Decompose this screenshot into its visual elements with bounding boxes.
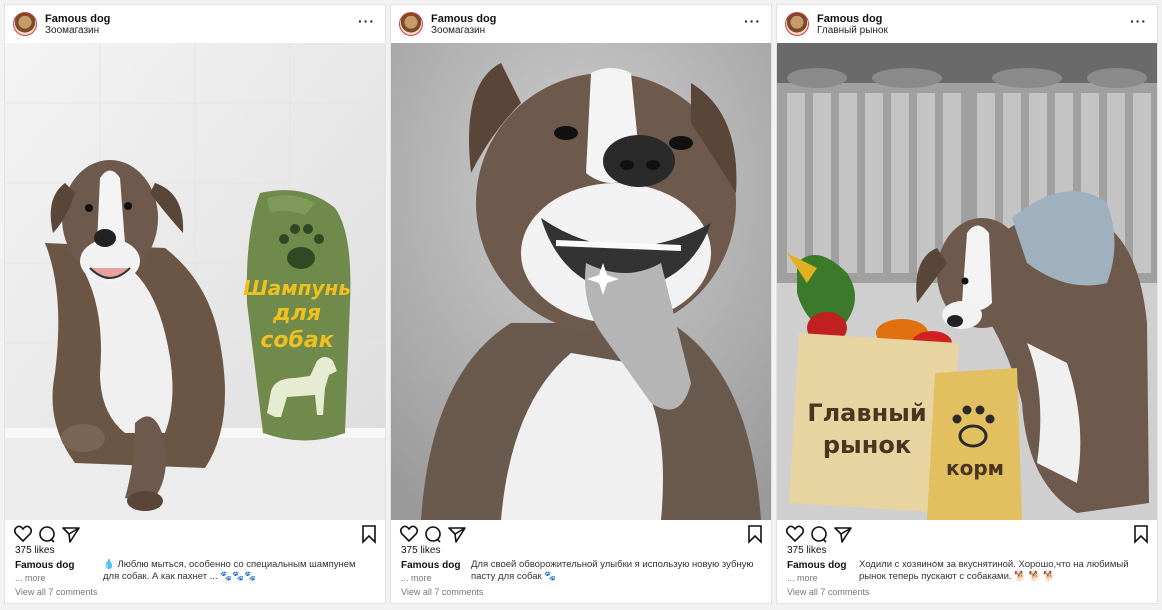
more-link[interactable]: ... more bbox=[401, 573, 432, 583]
action-bar bbox=[785, 524, 1151, 544]
paw-prints-icon: 🐾 bbox=[544, 571, 557, 582]
post-caption: Ходили с хозяином за вкуснятиной. Хорошо… bbox=[859, 559, 1149, 583]
dog-market-photo: Главный рынок корм bbox=[777, 43, 1157, 520]
share-icon[interactable] bbox=[833, 524, 853, 544]
bookmark-icon[interactable] bbox=[359, 524, 379, 544]
comment-icon[interactable] bbox=[423, 524, 443, 544]
more-options-icon[interactable]: ··· bbox=[358, 13, 375, 29]
view-comments-link[interactable]: View all 7 comments bbox=[15, 587, 97, 597]
bookmark-icon[interactable] bbox=[745, 524, 765, 544]
likes-count[interactable]: 375 likes bbox=[787, 545, 826, 556]
view-comments-link[interactable]: View all 7 comments bbox=[401, 587, 483, 597]
shampoo-label-line2: для bbox=[272, 301, 321, 326]
post-header: Famous dog Зоомагазин ··· bbox=[391, 5, 771, 43]
caption-text: Ходили с хозяином за вкуснятиной. Хорошо… bbox=[859, 559, 1129, 582]
post-card: Famous dog Зоомагазин ··· bbox=[4, 4, 386, 604]
droplet-icon: 💧 bbox=[103, 559, 115, 570]
more-options-icon[interactable]: ··· bbox=[1130, 13, 1147, 29]
post-caption: Для своей обворожительной улыбки я испол… bbox=[471, 559, 761, 583]
post-card: Famous dog Главный рынок ··· Главный рын… bbox=[776, 4, 1158, 604]
dog-smile-photo bbox=[391, 43, 771, 520]
account-name[interactable]: Famous dog bbox=[431, 13, 496, 25]
shampoo-label-line1: Шампунь bbox=[243, 276, 351, 300]
view-comments-link[interactable]: View all 7 comments bbox=[787, 587, 869, 597]
bag-label-line1: Главный bbox=[807, 399, 926, 427]
share-icon[interactable] bbox=[447, 524, 467, 544]
caption-username[interactable]: Famous dog bbox=[15, 560, 74, 571]
account-name[interactable]: Famous dog bbox=[45, 13, 110, 25]
comment-icon[interactable] bbox=[809, 524, 829, 544]
action-bar bbox=[13, 524, 379, 544]
post-header: Famous dog Зоомагазин ··· bbox=[5, 5, 385, 43]
action-bar bbox=[399, 524, 765, 544]
likes-count[interactable]: 375 likes bbox=[15, 545, 54, 556]
heart-icon[interactable] bbox=[785, 524, 805, 544]
post-image[interactable]: Шампунь для собак bbox=[5, 43, 385, 520]
food-bag-label: корм bbox=[946, 456, 1004, 480]
more-link[interactable]: ... more bbox=[15, 573, 46, 583]
avatar[interactable] bbox=[785, 12, 809, 36]
caption-text: Для своей обворожительной улыбки я испол… bbox=[471, 559, 754, 582]
caption-username[interactable]: Famous dog bbox=[401, 560, 460, 571]
share-icon[interactable] bbox=[61, 524, 81, 544]
post-caption: 💧 Люблю мыться, особенно со специальным … bbox=[103, 559, 373, 583]
bookmark-icon[interactable] bbox=[1131, 524, 1151, 544]
paw-prints-icon: 🐾🐾🐾 bbox=[220, 571, 256, 582]
more-link[interactable]: ... more bbox=[787, 573, 818, 583]
post-location[interactable]: Зоомагазин bbox=[431, 25, 485, 36]
shampoo-label-line3: собак bbox=[260, 328, 334, 353]
post-card: Famous dog Зоомагазин ··· bbox=[390, 4, 772, 604]
account-name[interactable]: Famous dog bbox=[817, 13, 882, 25]
dog-icon: 🐕 🐕 🐕 bbox=[1014, 571, 1055, 582]
caption-username[interactable]: Famous dog bbox=[787, 560, 846, 571]
avatar[interactable] bbox=[399, 12, 423, 36]
avatar[interactable] bbox=[13, 12, 37, 36]
comment-icon[interactable] bbox=[37, 524, 57, 544]
bag-label-line2: рынок bbox=[823, 431, 911, 459]
post-location[interactable]: Главный рынок bbox=[817, 25, 888, 36]
post-image[interactable]: Главный рынок корм bbox=[777, 43, 1157, 520]
post-location[interactable]: Зоомагазин bbox=[45, 25, 99, 36]
post-header: Famous dog Главный рынок ··· bbox=[777, 5, 1157, 43]
dog-bath-photo: Шампунь для собак bbox=[5, 43, 385, 520]
more-options-icon[interactable]: ··· bbox=[744, 13, 761, 29]
post-image[interactable] bbox=[391, 43, 771, 520]
likes-count[interactable]: 375 likes bbox=[401, 545, 440, 556]
heart-icon[interactable] bbox=[13, 524, 33, 544]
heart-icon[interactable] bbox=[399, 524, 419, 544]
